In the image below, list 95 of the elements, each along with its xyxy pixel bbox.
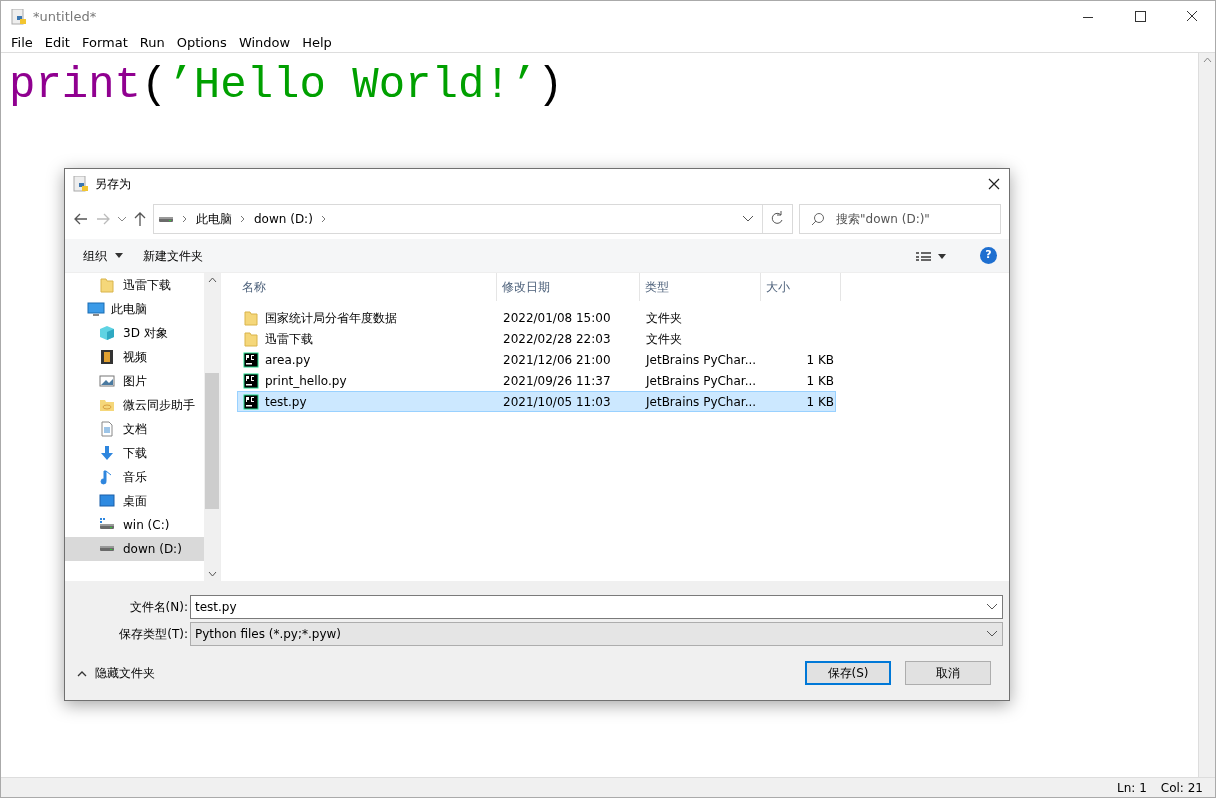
sidebar-item[interactable]: 文档 — [65, 417, 204, 441]
column-header[interactable]: 大小 — [761, 273, 841, 301]
menu-item[interactable]: Format — [75, 32, 134, 53]
file-name: print_hello.py — [265, 372, 347, 390]
dropdown-chevron-icon[interactable] — [986, 629, 998, 638]
cube-icon — [99, 325, 117, 341]
table-cell-text: 2022/01/08 15:00 — [502, 309, 612, 327]
table-cell-text: 2021/10/05 11:03 — [502, 393, 612, 411]
address-bar[interactable]: 此电脑 down (D:) — [153, 204, 793, 234]
file-name: area.py — [265, 351, 311, 369]
file-row[interactable]: area.py 2021/12/06 21:00 JetBrains PyChar... 1 KB — [237, 349, 836, 370]
sidebar-item[interactable]: win (C:) — [65, 513, 204, 537]
desktop-icon — [99, 493, 117, 509]
chevron-right-icon — [182, 215, 188, 223]
table-cell-text: JetBrains PyChar... — [644, 393, 758, 411]
table-cell-text: 2021/09/26 11:37 — [502, 372, 612, 390]
menu-item[interactable]: Window — [232, 32, 297, 53]
menu-item[interactable]: File — [5, 32, 39, 53]
file-name: 国家统计局分省年度数据 — [265, 309, 397, 327]
menu-item[interactable]: Run — [133, 32, 171, 53]
search-icon — [811, 212, 825, 226]
organize-menu[interactable]: 组织 — [83, 246, 123, 265]
sidebar-item[interactable]: 视频 — [65, 345, 204, 369]
table-cell-text: 1 KB — [805, 393, 834, 411]
chevron-right-icon — [240, 215, 246, 223]
dropdown-chevron-icon[interactable] — [986, 602, 998, 611]
hide-folders-toggle[interactable]: 隐藏文件夹 — [77, 664, 155, 682]
dialog-title: 另存为 — [95, 176, 131, 193]
table-cell-text: JetBrains PyChar... — [644, 372, 758, 390]
menu-item[interactable]: Help — [296, 32, 338, 53]
folder-icon — [243, 330, 261, 347]
file-type-select[interactable]: Python files (*.py;*.pyw) — [190, 621, 1003, 646]
monitor-icon — [87, 301, 105, 317]
sidebar-item[interactable]: 图片 — [65, 369, 204, 393]
file-row[interactable]: 迅雷下载 2022/02/28 22:03 文件夹 — [237, 328, 836, 349]
table-cell-text: 2021/12/06 21:00 — [502, 351, 612, 369]
code-line: print(’Hello World!’) — [9, 59, 565, 112]
back-arrow-icon[interactable] — [73, 211, 89, 227]
code-file-icon — [243, 393, 261, 410]
file-row[interactable]: 国家统计局分省年度数据 2022/01/08 15:00 文件夹 — [237, 307, 836, 328]
scroll-down-icon[interactable] — [207, 571, 217, 577]
file-name: test.py — [265, 393, 307, 411]
table-cell-text: 文件夹 — [645, 330, 683, 348]
sidebar-item[interactable]: 迅雷下载 — [65, 273, 204, 297]
menu-item[interactable]: Edit — [38, 32, 76, 53]
cloud-folder-icon — [99, 397, 117, 413]
table-cell-text: 2022/02/28 22:03 — [502, 330, 612, 348]
breadcrumb-item[interactable]: down (D:) — [254, 210, 313, 228]
save-button[interactable]: 保存(S) — [805, 661, 891, 685]
dropdown-chevron-icon[interactable] — [742, 215, 754, 223]
scroll-up-icon[interactable] — [1202, 57, 1212, 63]
sidebar-item[interactable]: 微云同步助手 — [65, 393, 204, 417]
file-row[interactable]: print_hello.py 2021/09/26 11:37 JetBrains PyChar... 1 KB — [237, 370, 836, 391]
field-label: 文件名(N): — [128, 598, 189, 616]
sidebar-item[interactable]: 桌面 — [65, 489, 204, 513]
folder-icon — [99, 277, 117, 293]
new-folder-button[interactable]: 新建文件夹 — [143, 246, 203, 265]
chevron-right-icon[interactable] — [320, 215, 327, 223]
menu-item[interactable]: Options — [170, 32, 233, 53]
folder-icon — [243, 309, 261, 326]
python-file-icon — [73, 176, 89, 192]
scroll-up-icon[interactable] — [207, 277, 217, 283]
table-cell-text: 1 KB — [805, 372, 834, 390]
code-file-icon — [243, 372, 261, 389]
picture-icon — [99, 373, 117, 389]
column-header[interactable]: 名称 — [237, 273, 497, 301]
code-file-icon — [243, 351, 261, 368]
search-field[interactable]: 搜索"down (D:)" — [799, 204, 1001, 234]
scrollbar-thumb[interactable] — [205, 373, 219, 509]
field-label: 保存类型(T): — [118, 625, 189, 643]
dropdown-chevron-icon[interactable] — [117, 215, 127, 223]
line-number: Ln: 1 — [1117, 779, 1147, 797]
table-cell-text: 1 KB — [805, 351, 834, 369]
sidebar-item[interactable]: 3D 对象 — [65, 321, 204, 345]
file-name: 迅雷下载 — [265, 330, 313, 348]
chevron-up-icon — [77, 669, 87, 677]
help-button[interactable]: ? — [980, 247, 997, 264]
file-name-field[interactable]: test.py — [190, 594, 1003, 619]
sidebar-item[interactable]: 下载 — [65, 441, 204, 465]
window-title: *untitled* — [33, 8, 97, 27]
breadcrumb-item[interactable]: 此电脑 — [196, 210, 232, 228]
column-number: Col: 21 — [1160, 779, 1203, 797]
column-header[interactable]: 修改日期 — [497, 273, 640, 301]
sidebar-item[interactable]: 音乐 — [65, 465, 204, 489]
python-file-icon — [11, 9, 27, 25]
file-row[interactable]: test.py 2021/10/05 11:03 JetBrains PyChar... 1 KB — [237, 391, 836, 412]
view-options-icon[interactable] — [916, 250, 946, 261]
sidebar-item[interactable]: down (D:) — [65, 537, 204, 561]
cancel-button[interactable]: 取消 — [905, 661, 991, 685]
column-header[interactable]: 类型 — [640, 273, 761, 301]
dropdown-caret-icon — [115, 253, 123, 258]
sidebar-item[interactable]: 此电脑 — [65, 297, 204, 321]
table-cell-text: JetBrains PyChar... — [644, 351, 758, 369]
table-cell-text: 文件夹 — [645, 309, 683, 327]
up-arrow-icon[interactable] — [133, 211, 147, 227]
